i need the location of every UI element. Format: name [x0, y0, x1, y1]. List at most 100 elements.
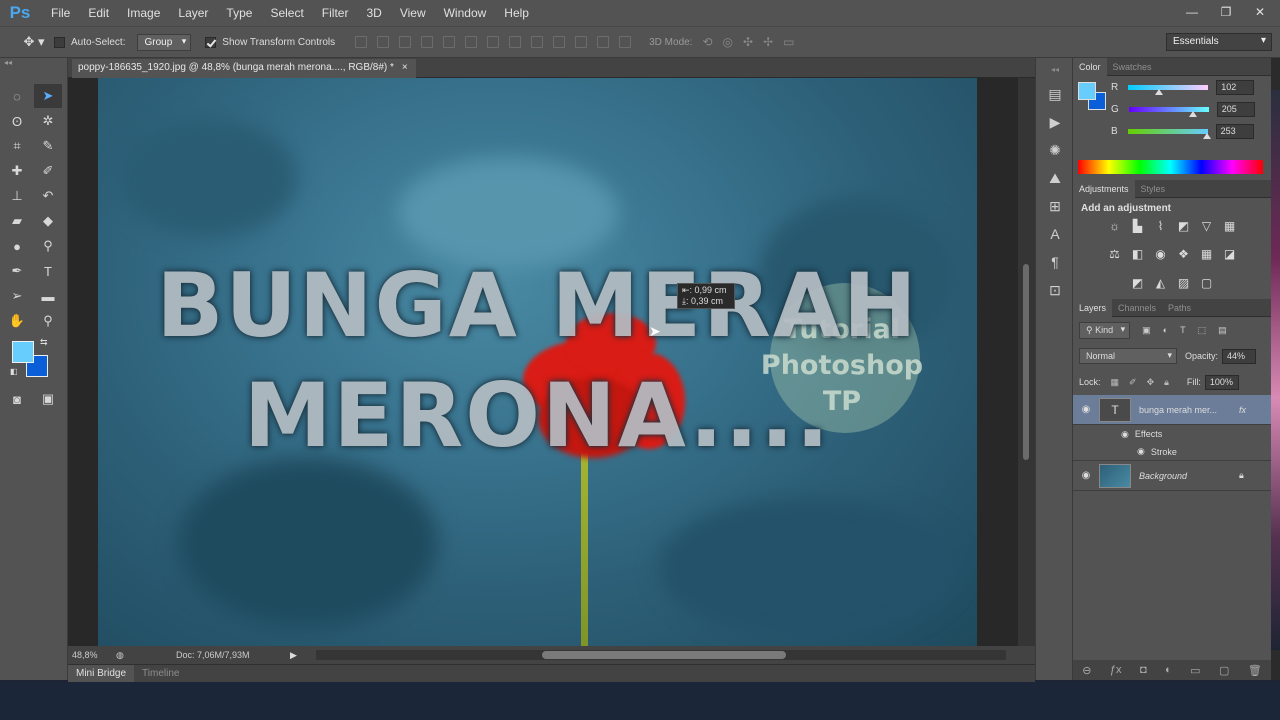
- blur-tool-icon[interactable]: ●: [3, 234, 31, 258]
- color-lookup-icon[interactable]: ▦: [1198, 247, 1216, 265]
- document-tab-close-icon[interactable]: ×: [402, 62, 408, 78]
- lock-image-icon[interactable]: ✐: [1129, 377, 1137, 388]
- paint-bucket-tool-icon[interactable]: ◆: [34, 209, 62, 233]
- quick-mask-icon[interactable]: ◙: [3, 387, 31, 411]
- menu-3d[interactable]: 3D: [357, 6, 390, 20]
- align-right-icon[interactable]: [465, 36, 478, 48]
- effects-eye-icon[interactable]: ◉: [1121, 429, 1129, 440]
- clone-source-panel-icon[interactable]: ⊞: [1036, 192, 1074, 220]
- distribute-bottom-icon[interactable]: [531, 36, 544, 48]
- menu-type[interactable]: Type: [217, 6, 261, 20]
- layer-name[interactable]: Background: [1139, 471, 1239, 481]
- auto-select-option[interactable]: Auto-Select:: [54, 36, 125, 48]
- eraser-tool-icon[interactable]: ▰: [3, 209, 31, 233]
- black-white-icon[interactable]: ◧: [1129, 247, 1147, 265]
- align-left-icon[interactable]: [421, 36, 434, 48]
- adjustment-filter-icon[interactable]: ◐: [1163, 325, 1168, 336]
- healing-brush-tool-icon[interactable]: ✚: [3, 159, 31, 183]
- status-info-icon[interactable]: ◍: [116, 650, 176, 661]
- blue-slider[interactable]: [1127, 128, 1211, 139]
- document-canvas[interactable]: Tutorial Photoshop TP BUNGA MERAH MERONA…: [98, 78, 977, 646]
- screen-mode-icon[interactable]: ▣: [34, 387, 62, 411]
- channel-mixer-icon[interactable]: ❖: [1175, 247, 1193, 265]
- distribute-vcenter-icon[interactable]: [509, 36, 522, 48]
- levels-icon[interactable]: ▙: [1129, 219, 1147, 237]
- move-tool-icon[interactable]: ➤: [34, 84, 62, 108]
- brightness-contrast-icon[interactable]: ☼: [1106, 219, 1124, 237]
- roll-3d-icon[interactable]: ◎: [723, 35, 733, 49]
- vertical-scroll-thumb[interactable]: [1023, 264, 1029, 460]
- tool-presets-panel-icon[interactable]: ⊡: [1036, 276, 1074, 304]
- brush-tool-icon[interactable]: ✐: [34, 159, 62, 183]
- color-balance-icon[interactable]: ⚖: [1106, 247, 1124, 265]
- lock-all-icon[interactable]: 🔒︎: [1164, 377, 1169, 388]
- fill-input[interactable]: 100%: [1204, 374, 1239, 390]
- layer-stroke-effect-row[interactable]: ◉ Stroke: [1073, 443, 1271, 461]
- invert-icon[interactable]: ◪: [1221, 247, 1239, 265]
- tab-paths[interactable]: Paths: [1162, 303, 1197, 313]
- add-mask-icon[interactable]: ◘: [1140, 664, 1147, 676]
- smart-object-filter-icon[interactable]: ▤: [1218, 325, 1227, 336]
- layer-fx-icon[interactable]: fx: [1239, 405, 1246, 415]
- foreground-color-swatch[interactable]: [12, 341, 34, 363]
- tab-color[interactable]: Color: [1073, 57, 1107, 76]
- vibrance-icon[interactable]: ▽: [1198, 219, 1216, 237]
- posterize-icon[interactable]: ◩: [1129, 276, 1147, 294]
- align-top-icon[interactable]: [355, 36, 368, 48]
- menu-select[interactable]: Select: [261, 6, 312, 20]
- layer-row-background[interactable]: ◉ Background 🔒︎: [1073, 461, 1271, 491]
- type-tool-icon[interactable]: T: [34, 259, 62, 283]
- distribute-hcenter-icon[interactable]: [575, 36, 588, 48]
- layer-name[interactable]: bunga merah mer...: [1139, 405, 1239, 415]
- move-tool-preset-icon[interactable]: ✥ ▾: [14, 34, 54, 50]
- minimize-button[interactable]: —: [1182, 5, 1202, 19]
- opacity-input[interactable]: 44%: [1222, 348, 1257, 364]
- blue-slider-knob[interactable]: [1202, 132, 1211, 139]
- magic-wand-tool-icon[interactable]: ✲: [34, 109, 62, 133]
- align-bottom-icon[interactable]: [399, 36, 412, 48]
- menu-filter[interactable]: Filter: [313, 6, 358, 20]
- new-layer-icon[interactable]: ▢: [1219, 664, 1229, 677]
- crop-tool-icon[interactable]: ⌗: [3, 134, 31, 158]
- zoom-tool-icon[interactable]: ⚲: [34, 309, 62, 333]
- scale-3d-icon[interactable]: ▭: [783, 35, 794, 49]
- clone-stamp-tool-icon[interactable]: ⊥: [3, 184, 31, 208]
- horizontal-scrollbar[interactable]: [316, 650, 1006, 660]
- shape-filter-icon[interactable]: ⬚: [1198, 325, 1207, 336]
- icon-strip-collapse-icon[interactable]: ◂◂: [1036, 58, 1074, 80]
- history-panel-icon[interactable]: ▤: [1036, 80, 1074, 108]
- lock-transparency-icon[interactable]: ▦: [1111, 377, 1120, 388]
- eyedropper-tool-icon[interactable]: ✎: [34, 134, 62, 158]
- layer-filter-kind-dropdown[interactable]: ⚲ Kind: [1079, 321, 1131, 339]
- selective-color-icon[interactable]: ▢: [1198, 276, 1216, 294]
- type-filter-icon[interactable]: T: [1180, 325, 1186, 336]
- distribute-left-icon[interactable]: [553, 36, 566, 48]
- menu-window[interactable]: Window: [435, 6, 496, 20]
- auto-select-target-dropdown[interactable]: Group: [137, 33, 192, 51]
- align-vcenter-icon[interactable]: [377, 36, 390, 48]
- new-group-icon[interactable]: ▭: [1190, 664, 1200, 677]
- threshold-icon[interactable]: ◭: [1152, 276, 1170, 294]
- drag-3d-icon[interactable]: ✣: [743, 35, 753, 49]
- green-slider[interactable]: [1128, 106, 1209, 117]
- brush-panel-icon[interactable]: ⛰: [1036, 164, 1074, 192]
- green-value-input[interactable]: 205: [1216, 101, 1255, 117]
- swap-colors-icon[interactable]: ⇆: [40, 337, 48, 348]
- tools-panel-collapse-icon[interactable]: ◂◂: [0, 58, 67, 68]
- pixel-filter-icon[interactable]: ▣: [1142, 325, 1151, 336]
- align-hcenter-icon[interactable]: [443, 36, 456, 48]
- layer-visibility-eye-icon[interactable]: ◉: [1073, 404, 1099, 415]
- blue-value-input[interactable]: 253: [1215, 123, 1254, 139]
- close-button[interactable]: ✕: [1250, 5, 1270, 19]
- history-brush-tool-icon[interactable]: ↶: [34, 184, 62, 208]
- auto-select-checkbox[interactable]: [54, 36, 65, 48]
- red-value-input[interactable]: 102: [1216, 79, 1255, 95]
- photo-filter-icon[interactable]: ◉: [1152, 247, 1170, 265]
- paragraph-panel-icon[interactable]: ¶: [1036, 248, 1074, 276]
- tab-adjustments[interactable]: Adjustments: [1073, 179, 1135, 198]
- tab-channels[interactable]: Channels: [1112, 303, 1162, 313]
- character-panel-icon[interactable]: A: [1036, 220, 1074, 248]
- add-layer-style-icon[interactable]: ƒx: [1110, 664, 1122, 676]
- dodge-tool-icon[interactable]: ⚲: [34, 234, 62, 258]
- distribute-right-icon[interactable]: [597, 36, 610, 48]
